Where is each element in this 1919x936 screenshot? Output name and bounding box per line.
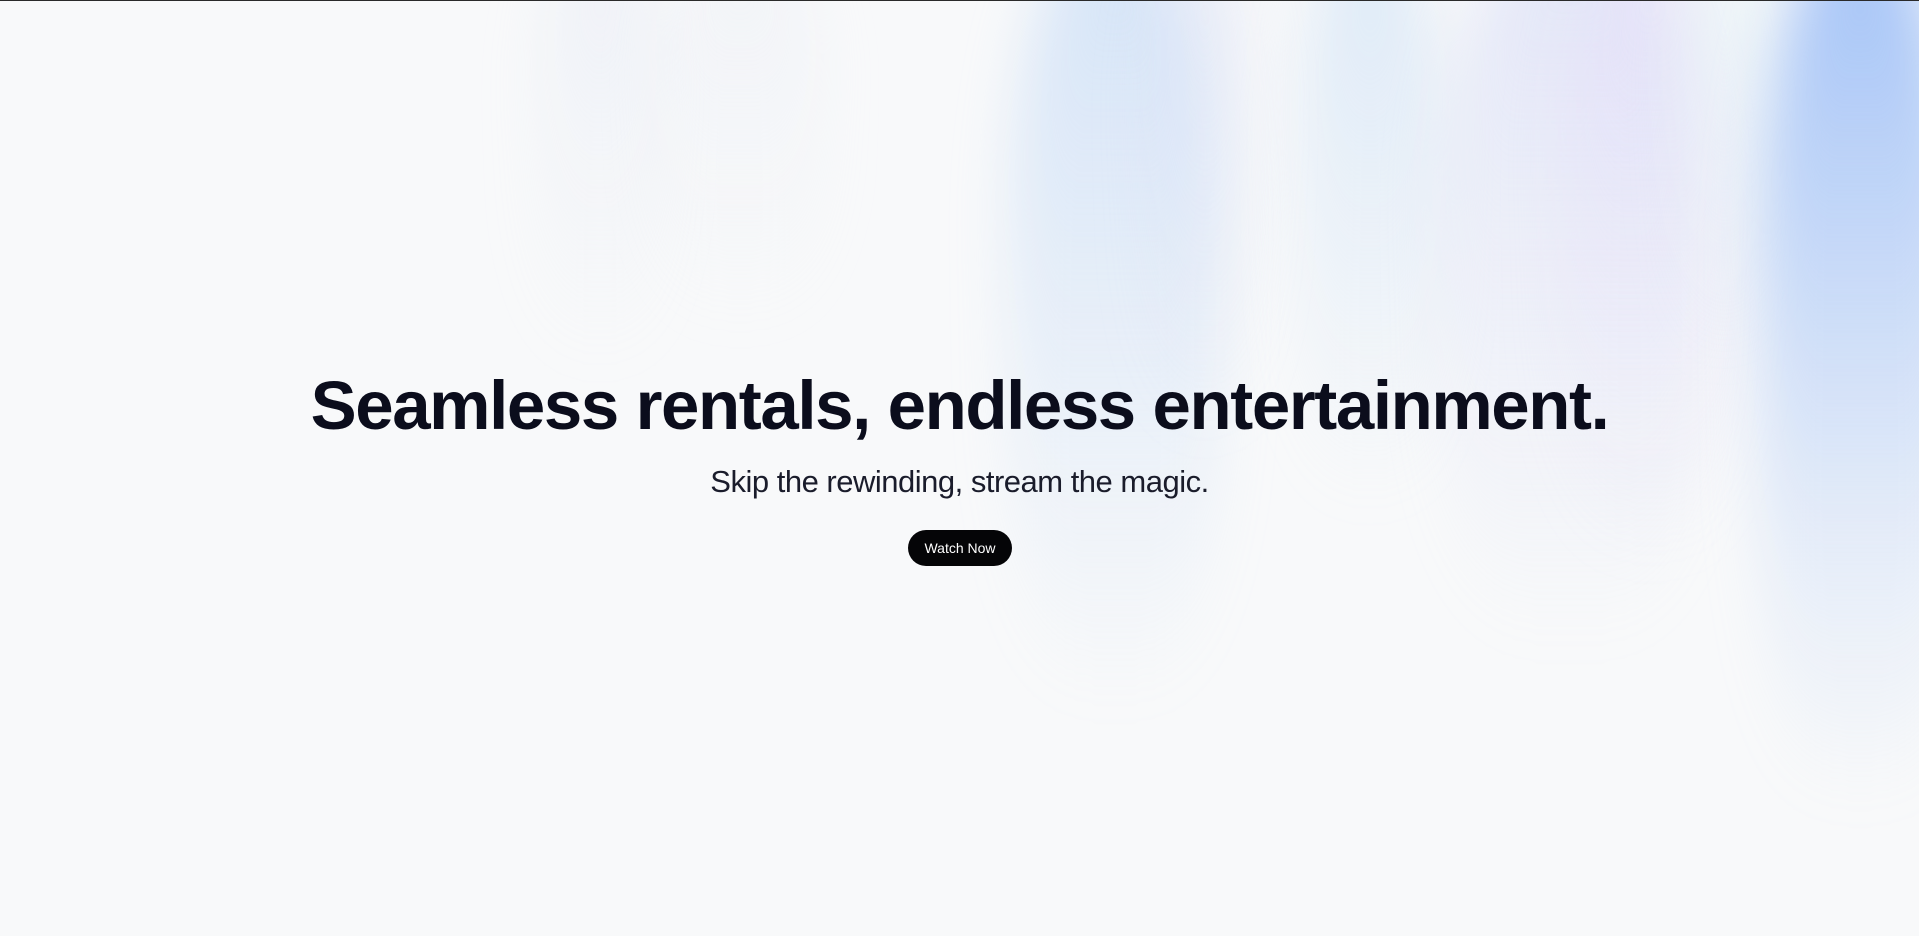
hero-headline: Seamless rentals, endless entertainment. [310, 367, 1610, 444]
hero-subheadline: Skip the rewinding, stream the magic. [710, 464, 1209, 499]
hero-section: Seamless rentals, endless entertainment.… [0, 0, 1919, 936]
watch-now-button[interactable]: Watch Now [908, 530, 1012, 566]
